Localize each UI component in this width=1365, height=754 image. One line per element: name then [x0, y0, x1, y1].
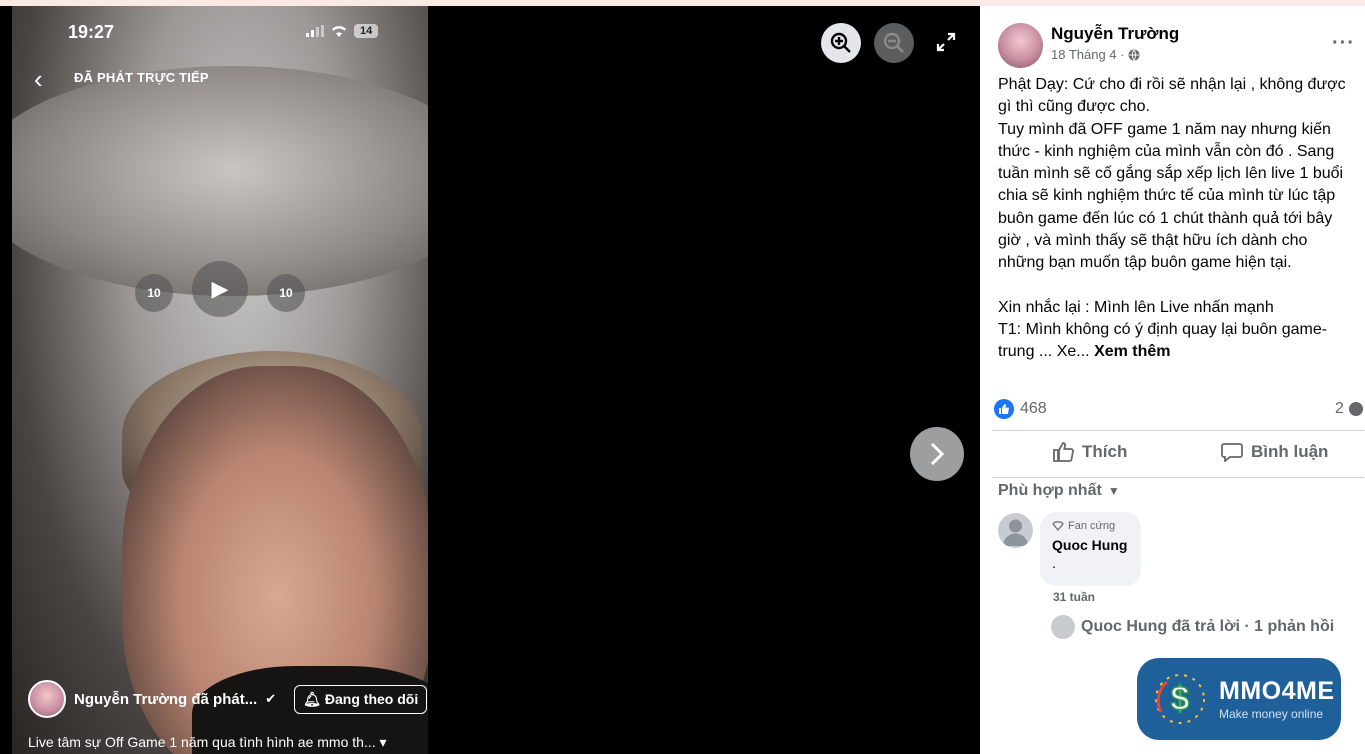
comment-bubble-icon: [1348, 402, 1363, 416]
reaction-summary[interactable]: 468: [994, 399, 1047, 419]
like-label: Thích: [1082, 442, 1128, 461]
forward-10-button[interactable]: 10: [267, 274, 305, 312]
avatar[interactable]: [998, 513, 1033, 548]
chevron-right-icon: [930, 442, 945, 466]
post-paragraph: Phật Dạy: Cứ cho đi rồi sẽ nhận lại , kh…: [998, 76, 1346, 116]
post-author[interactable]: Nguyễn Trường: [1051, 24, 1179, 44]
bell-icon: 🔔︎: [303, 690, 321, 707]
avatar: [1051, 615, 1075, 639]
sort-label: Phù hợp nhất: [998, 482, 1102, 499]
following-button[interactable]: 🔔︎ Đang theo dõi: [294, 684, 428, 714]
post-paragraph: Tuy mình đã OFF game 1 năm nay nhưng kiế…: [998, 120, 1344, 272]
comment-sort-dropdown[interactable]: Phù hợp nhất ▼: [998, 482, 1120, 500]
live-status-label: ĐÃ PHÁT TRỰC TIẾP: [74, 70, 209, 85]
thumbs-up-icon: [1053, 442, 1074, 462]
wifi-icon: [332, 26, 346, 37]
globe-icon: [1128, 49, 1140, 60]
signal-icon: [306, 25, 324, 37]
view-replies-link[interactable]: Quoc Hung đã trả lời · 1 phản hồi: [1051, 615, 1334, 639]
post-paragraph: [998, 275, 1350, 297]
comment-time[interactable]: 31 tuần: [1053, 590, 1095, 604]
comment-label: Bình luận: [1251, 442, 1329, 461]
comment-icon: [1221, 443, 1243, 462]
video-caption-text: Live tâm sự Off Game 1 năm qua tình hình…: [28, 734, 376, 750]
svg-text:$: $: [1171, 680, 1190, 718]
like-button[interactable]: Thích: [1052, 442, 1127, 462]
avatar[interactable]: [28, 680, 66, 718]
live-owner-name[interactable]: Nguyễn Trường đã phát...: [74, 691, 257, 708]
logo-subtitle: Make money online: [1219, 707, 1324, 721]
comment-count[interactable]: 2: [1335, 400, 1364, 418]
more-options-icon[interactable]: ···: [1332, 32, 1355, 55]
like-count: 468: [1020, 400, 1047, 417]
comment-count-text: 2: [1335, 400, 1344, 417]
zoom-out-button[interactable]: [874, 23, 914, 63]
live-owner-bar: Nguyễn Trường đã phát... ✔ 🔔︎ Đang theo …: [28, 680, 428, 718]
post-date[interactable]: 18 Tháng 4 ·: [1051, 47, 1140, 62]
rewind-icon: 10: [147, 286, 161, 300]
verified-icon: ✔: [265, 691, 277, 706]
diamond-icon: [1052, 521, 1064, 531]
caret-down-icon: ▾: [379, 734, 387, 750]
mmo4me-logo: $ MMO4ME Make money online: [1137, 658, 1341, 740]
fan-badge-label: Fan cứng: [1068, 520, 1116, 532]
rewind-10-button[interactable]: 10: [135, 274, 173, 312]
play-icon: ▶: [211, 276, 229, 301]
post-panel: Nguyễn Trường 18 Tháng 4 · ··· Phật Dạy:…: [980, 6, 1365, 754]
video-frame[interactable]: 19:27 14 ‹ ĐÃ PHÁT TRỰC TIẾP 10 ▶ 10 Ngu…: [12, 6, 428, 754]
comment-text: .: [1052, 555, 1056, 571]
status-time: 19:27: [68, 22, 115, 42]
avatar[interactable]: [998, 23, 1043, 68]
zoom-in-icon: [830, 32, 851, 53]
post-text: Phật Dạy: Cứ cho đi rồi sẽ nhận lại , kh…: [998, 74, 1350, 364]
reply-summary-text: Quoc Hung đã trả lời · 1 phản hồi: [1081, 618, 1335, 635]
video-caption[interactable]: Live tâm sự Off Game 1 năm qua tình hình…: [28, 734, 387, 751]
logo-title: MMO4ME: [1219, 677, 1335, 705]
post-paragraph-last: T1: Mình không có ý định quay lại buôn g…: [998, 319, 1350, 364]
zoom-in-button[interactable]: [821, 23, 861, 63]
comment-bubble: Fan cứng Quoc Hung .: [1040, 512, 1141, 586]
zoom-out-icon: [883, 32, 904, 53]
play-button[interactable]: ▶: [192, 261, 248, 317]
status-icons: 14: [306, 24, 379, 38]
see-more-link[interactable]: Xem thêm: [1094, 343, 1170, 360]
fan-badge: Fan cứng: [1052, 520, 1129, 532]
dollar-logo-icon: $: [1149, 668, 1211, 730]
logo-text: MMO4ME Make money online: [1219, 677, 1335, 721]
like-reaction-icon: [994, 399, 1014, 419]
post-date-text: 18 Tháng 4 ·: [1051, 47, 1125, 62]
comment-button[interactable]: Bình luận: [1221, 442, 1328, 462]
fullscreen-icon[interactable]: [936, 32, 956, 57]
following-label: Đang theo dõi: [324, 691, 419, 707]
forward-icon: 10: [279, 286, 293, 300]
next-button[interactable]: [910, 427, 964, 481]
back-icon[interactable]: ‹: [34, 66, 43, 92]
divider: [992, 477, 1364, 478]
divider: [992, 430, 1364, 431]
battery-indicator: 14: [354, 24, 379, 38]
video-viewer: 19:27 14 ‹ ĐÃ PHÁT TRỰC TIẾP 10 ▶ 10 Ngu…: [0, 6, 980, 754]
commenter-name[interactable]: Quoc Hung: [1052, 537, 1129, 553]
caret-down-icon: ▼: [1107, 484, 1120, 498]
post-paragraph: Xin nhắc lại : Mình lên Live nhấn mạnh: [998, 298, 1274, 316]
